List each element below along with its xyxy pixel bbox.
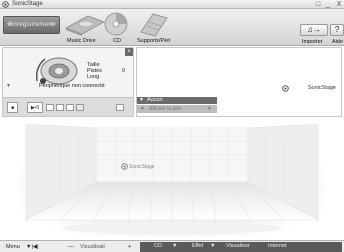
sonicstage-logo-icon	[2, 1, 9, 8]
library-filter-placeholder: Afficher la liste	[149, 106, 182, 112]
tab-internet[interactable]: Internet	[268, 243, 287, 249]
volume-minus-button[interactable]: —	[68, 244, 74, 250]
visualization-grid	[20, 123, 324, 236]
tab-visualize[interactable]: Visualiser	[226, 243, 250, 249]
transfer-mode-button[interactable]: ⇐ Enregistrement ⇒	[3, 16, 60, 34]
import-label[interactable]: Importer	[302, 39, 322, 45]
library-collapse-icon[interactable]: ▼	[139, 97, 144, 104]
library-title-bar[interactable]: ▼ Aucun	[137, 97, 217, 104]
bottom-bar: Menu ▼|◀| — Visualisati + CD ▼ Effet ▼ V…	[0, 240, 344, 252]
source-portable-label[interactable]: Supports/Pérl	[137, 38, 170, 44]
volume-plus-button[interactable]: +	[128, 244, 131, 250]
close-button[interactable]: X	[335, 0, 343, 9]
help-label[interactable]: Aide	[332, 39, 343, 45]
portable-device-icon[interactable]	[133, 12, 173, 36]
device-option-button-2[interactable]	[56, 104, 64, 111]
library-title: Aucun	[147, 97, 163, 103]
device-controls-bar: ■ ▶•II	[3, 97, 133, 116]
tab-cd-arrow-icon[interactable]: ▼	[172, 243, 177, 249]
filter-arrow-icon: ▼	[140, 106, 145, 112]
cd-icon[interactable]	[102, 11, 130, 37]
tab-effect[interactable]: Effet	[192, 243, 203, 249]
device-option-button-3[interactable]	[66, 104, 74, 111]
source-music-drive-label[interactable]: Music Drive	[67, 38, 96, 44]
bottom-tabs: CD ▼ Effet ▼ Visualiser Internet	[140, 242, 342, 252]
device-field-length: Long	[87, 74, 100, 80]
library-panel: SonicStage ▼ Aucun ▼ Afficher la liste ▼	[136, 47, 342, 117]
menu-dropdown-icon[interactable]: ▼|◀|	[26, 244, 39, 250]
help-icon: ?	[334, 25, 340, 34]
import-music-icon: ♫→	[307, 25, 321, 34]
device-panel: × Taille Pistes 0 Long ▼ Périphérique no…	[2, 47, 134, 117]
sonicstage-logo-icon	[282, 85, 289, 92]
volume-slider-label[interactable]: Visualisati	[80, 244, 105, 250]
visualization-stage: SonicStage	[20, 123, 324, 236]
portable-player-icon	[35, 57, 78, 85]
source-cd-label[interactable]: CD	[113, 38, 121, 44]
filter-dropdown-icon: ▼	[207, 106, 212, 112]
tab-cd[interactable]: CD	[154, 243, 162, 249]
library-logo-text: SonicStage	[307, 85, 336, 91]
stage-logo-icon	[121, 163, 128, 170]
minimize-button[interactable]: □	[314, 0, 322, 9]
device-panel-close-icon[interactable]: ×	[125, 48, 133, 56]
device-status-arrow-icon: ▼	[6, 83, 11, 89]
play-pause-button[interactable]: ▶•II	[27, 102, 43, 113]
stop-button[interactable]: ■	[7, 102, 18, 113]
title-bar: SonicStage □ _ X	[0, 0, 344, 9]
device-option-button-1[interactable]	[46, 104, 54, 111]
device-status-label: Périphérique non connecté	[39, 83, 105, 89]
import-button[interactable]: ♫→	[300, 24, 328, 36]
menu-button[interactable]: Menu	[6, 244, 20, 250]
device-option-button-4[interactable]	[76, 104, 84, 111]
library-filter-dropdown[interactable]: ▼ Afficher la liste ▼	[137, 105, 217, 113]
arrow-right-icon: ⇒	[50, 21, 56, 28]
maximize-button[interactable]: _	[324, 0, 332, 9]
tab-effect-arrow-icon[interactable]: ▼	[210, 243, 215, 249]
help-button[interactable]: ?	[330, 24, 344, 36]
device-track-count: 0	[122, 68, 126, 74]
stage-logo-text: SonicStage	[129, 164, 155, 170]
main-toolbar: ⇐ Enregistrement ⇒ Music Drive CD Suppor…	[0, 9, 344, 46]
device-option-button-5[interactable]	[116, 104, 124, 111]
window-title: SonicStage	[12, 1, 43, 7]
